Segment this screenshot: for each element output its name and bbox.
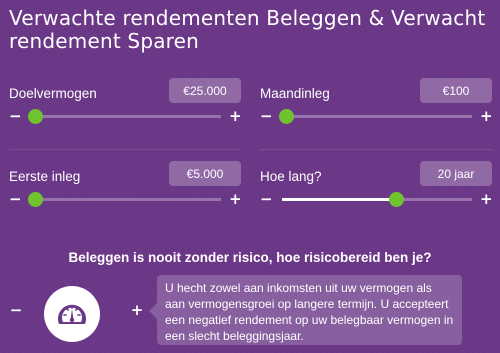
hoe-lang-slider-track[interactable] <box>282 192 472 207</box>
hoe-lang-field: Hoe lang? 20 jaar − + <box>260 161 493 221</box>
eerste-inleg-slider-track[interactable] <box>27 192 221 207</box>
eerste-inleg-decrease-button[interactable]: − <box>9 191 22 207</box>
divider <box>9 149 241 150</box>
tooltip-arrow <box>149 303 157 319</box>
risk-decrease-button[interactable]: − <box>9 301 23 319</box>
hoe-lang-label: Hoe lang? <box>260 169 322 184</box>
hoe-lang-slider-fill <box>282 198 396 201</box>
eerste-inleg-field: Eerste inleg €5.000 − + <box>9 161 242 221</box>
doelvermogen-increase-button[interactable]: + <box>229 108 242 124</box>
hoe-lang-value-input[interactable]: 20 jaar <box>420 161 492 186</box>
eerste-inleg-label: Eerste inleg <box>9 169 81 184</box>
eerste-inleg-value-input[interactable]: €5.000 <box>169 161 241 186</box>
maandinleg-increase-button[interactable]: + <box>480 108 493 124</box>
hoe-lang-slider-thumb[interactable] <box>389 192 404 207</box>
doelvermogen-field: Doelvermogen €25.000 − + <box>9 78 242 138</box>
maandinleg-field: Maandinleg €100 − + <box>260 78 493 138</box>
eerste-inleg-increase-button[interactable]: + <box>229 191 242 207</box>
maandinleg-value-input[interactable]: €100 <box>420 78 492 103</box>
risk-increase-button[interactable]: + <box>130 301 144 319</box>
maandinleg-slider-track[interactable] <box>278 109 472 124</box>
maandinleg-decrease-button[interactable]: − <box>260 108 273 124</box>
risk-gauge <box>44 286 100 342</box>
doelvermogen-slider-track[interactable] <box>27 109 221 124</box>
maandinleg-slider-thumb[interactable] <box>278 109 294 124</box>
hoe-lang-decrease-button[interactable]: − <box>260 191 273 207</box>
doelvermogen-decrease-button[interactable]: − <box>9 108 22 124</box>
doelvermogen-value-input[interactable]: €25.000 <box>169 78 241 103</box>
eerste-inleg-slider-thumb[interactable] <box>27 192 43 207</box>
divider <box>260 149 492 150</box>
risk-description-tooltip: U hecht zowel aan inkomsten uit uw vermo… <box>157 275 462 345</box>
hoe-lang-increase-button[interactable]: + <box>480 191 493 207</box>
doelvermogen-label: Doelvermogen <box>9 86 97 101</box>
speedometer-icon <box>58 304 86 324</box>
doelvermogen-slider-thumb[interactable] <box>27 109 43 124</box>
maandinleg-label: Maandinleg <box>260 86 330 101</box>
page-title: Verwachte rendementen Beleggen & Verwach… <box>9 6 486 53</box>
risk-question: Beleggen is nooit zonder risico, hoe ris… <box>68 250 432 265</box>
